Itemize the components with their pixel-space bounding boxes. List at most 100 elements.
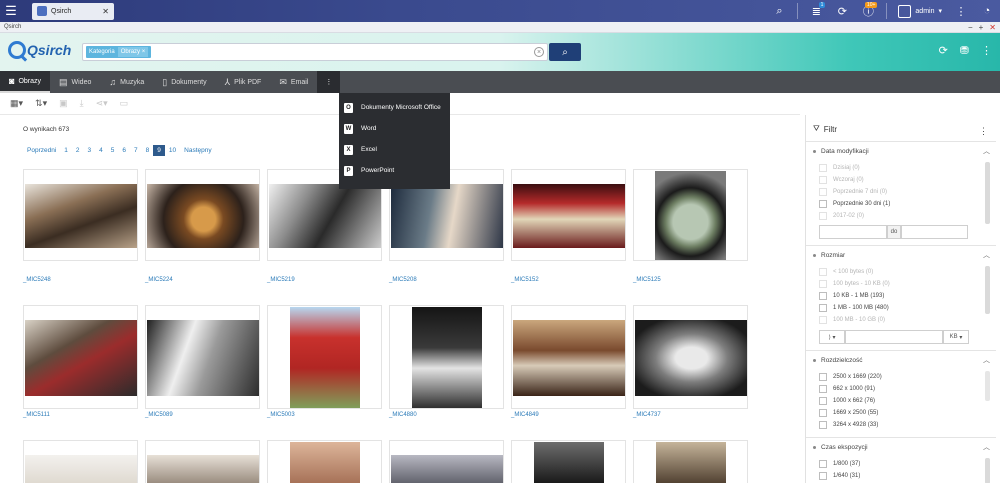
filter-option[interactable]: 1669 x 2500 (55) bbox=[819, 409, 878, 417]
unit-select[interactable]: KB ▾ bbox=[943, 330, 969, 344]
checkbox[interactable] bbox=[819, 176, 827, 184]
main-menu-icon[interactable]: ☰ bbox=[0, 0, 22, 22]
image-caption[interactable]: _MIC5111 bbox=[23, 412, 50, 418]
filter-option[interactable]: 1/640 (31) bbox=[819, 472, 860, 480]
filter-option[interactable]: Poprzednie 7 dni (0) bbox=[819, 188, 887, 196]
checkbox[interactable] bbox=[819, 385, 827, 393]
checkbox[interactable] bbox=[819, 292, 827, 300]
image-thumbnail[interactable] bbox=[389, 440, 504, 483]
image-caption[interactable]: _MIC5248 bbox=[23, 277, 51, 283]
pager-page[interactable]: 8 bbox=[142, 145, 154, 156]
filter-option[interactable]: Dzisiaj (0) bbox=[819, 164, 860, 172]
pager-page[interactable]: 3 bbox=[84, 145, 96, 156]
dashboard-icon[interactable]: ◔ bbox=[978, 0, 996, 22]
tab-video[interactable]: ▤ Wideo bbox=[50, 71, 100, 93]
refresh-icon[interactable]: ⟳ bbox=[939, 44, 948, 57]
checkbox[interactable] bbox=[819, 188, 827, 196]
pager-page[interactable]: 4 bbox=[95, 145, 107, 156]
checkbox[interactable] bbox=[819, 472, 827, 480]
image-thumbnail[interactable] bbox=[145, 440, 260, 483]
tasks-icon[interactable]: ≣ 1 bbox=[807, 0, 826, 22]
user-menu[interactable]: admin ▾ bbox=[898, 4, 942, 18]
image-thumbnail[interactable] bbox=[633, 440, 748, 483]
scrollbar[interactable] bbox=[985, 266, 990, 314]
category-chip[interactable]: Kategoria Obrazy × bbox=[86, 46, 152, 58]
chip-remove-icon[interactable]: × bbox=[142, 49, 146, 55]
filter-option[interactable]: 1 MB - 100 MB (480) bbox=[819, 304, 889, 312]
filter-option[interactable]: 3264 x 4928 (33) bbox=[819, 421, 878, 429]
pager-page-current[interactable]: 9 bbox=[153, 145, 165, 156]
pager-next[interactable]: Następny bbox=[180, 145, 215, 156]
tab-email[interactable]: ✉ Email bbox=[270, 71, 317, 93]
filter-option[interactable]: Poprzednie 30 dni (1) bbox=[819, 200, 890, 208]
app-tab-qsirch[interactable]: Qsirch ✕ bbox=[32, 2, 114, 20]
image-thumbnail[interactable] bbox=[23, 169, 138, 261]
clear-search-icon[interactable]: × bbox=[534, 47, 544, 57]
image-caption[interactable]: _MIC4849 bbox=[511, 412, 539, 418]
scrollbar[interactable] bbox=[985, 371, 990, 401]
image-thumbnail[interactable] bbox=[389, 305, 504, 409]
size-input[interactable] bbox=[845, 330, 943, 344]
collapse-icon[interactable]: ︿ bbox=[983, 250, 990, 260]
image-caption[interactable]: _MIC5224 bbox=[145, 277, 173, 283]
minimize-icon[interactable]: − bbox=[968, 23, 973, 32]
pager-prev[interactable]: Poprzedni bbox=[23, 145, 60, 156]
select-all-icon[interactable]: ▣ bbox=[59, 98, 68, 109]
filter-option[interactable]: 100 bytes - 10 KB (0) bbox=[819, 280, 890, 288]
tab-music[interactable]: ♫ Muzyka bbox=[100, 71, 153, 93]
filter-option[interactable]: Wczoraj (0) bbox=[819, 176, 864, 184]
filter-option[interactable]: 662 x 1000 (91) bbox=[819, 385, 875, 393]
comparator-select[interactable]: ⟩ ▾ bbox=[819, 330, 845, 344]
image-thumbnail[interactable] bbox=[633, 169, 748, 261]
checkbox[interactable] bbox=[819, 409, 827, 417]
maximize-icon[interactable]: + bbox=[979, 23, 984, 32]
more-vertical-icon[interactable]: ⋮ bbox=[952, 0, 970, 22]
folder-icon[interactable]: ▭ bbox=[120, 98, 129, 109]
collapse-icon[interactable]: ︿ bbox=[983, 146, 990, 156]
image-caption[interactable]: _MIC5208 bbox=[389, 277, 417, 283]
image-caption[interactable]: _MIC5089 bbox=[145, 412, 173, 418]
scrollbar[interactable] bbox=[985, 162, 990, 224]
image-thumbnail[interactable] bbox=[267, 440, 382, 483]
tab-documents[interactable]: ▯ Dokumenty bbox=[153, 71, 215, 93]
menu-item-powerpoint[interactable]: P PowerPoint bbox=[339, 160, 450, 181]
filter-option[interactable]: 100 MB - 10 GB (0) bbox=[819, 316, 885, 324]
checkbox[interactable] bbox=[819, 460, 827, 468]
share-icon[interactable]: ⋖▾ bbox=[96, 98, 108, 109]
date-to-input[interactable] bbox=[901, 225, 968, 239]
sort-icon[interactable]: ⇅▾ bbox=[35, 98, 47, 109]
image-thumbnail[interactable] bbox=[145, 305, 260, 409]
filter-option[interactable]: 2500 x 1669 (220) bbox=[819, 373, 882, 381]
info-icon[interactable]: ⓘ 10+ bbox=[859, 0, 878, 22]
tab-pdf[interactable]: ⅄ Plik PDF bbox=[216, 71, 271, 93]
checkbox[interactable] bbox=[819, 212, 827, 220]
image-caption[interactable]: _MIC5003 bbox=[267, 412, 295, 418]
image-thumbnail[interactable] bbox=[511, 440, 626, 483]
image-thumbnail[interactable] bbox=[511, 169, 626, 261]
checkbox[interactable] bbox=[819, 397, 827, 405]
pager-page[interactable]: 7 bbox=[130, 145, 142, 156]
checkbox[interactable] bbox=[819, 316, 827, 324]
image-thumbnail[interactable] bbox=[511, 305, 626, 409]
image-caption[interactable]: _MIC4737 bbox=[633, 412, 661, 418]
checkbox[interactable] bbox=[819, 200, 827, 208]
image-thumbnail[interactable] bbox=[267, 305, 382, 409]
close-icon[interactable]: ✕ bbox=[102, 7, 109, 16]
image-caption[interactable]: _MIC5125 bbox=[633, 277, 661, 283]
checkbox[interactable] bbox=[819, 164, 827, 172]
image-caption[interactable]: _MIC4880 bbox=[389, 412, 417, 418]
filter-option[interactable]: < 100 bytes (0) bbox=[819, 268, 873, 276]
image-thumbnail[interactable] bbox=[23, 305, 138, 409]
search-button[interactable]: ⌕ bbox=[549, 43, 581, 61]
filter-option[interactable]: 1000 x 662 (76) bbox=[819, 397, 875, 405]
date-from-input[interactable] bbox=[819, 225, 887, 239]
pager-page[interactable]: 10 bbox=[165, 145, 180, 156]
sync-icon[interactable]: ⟳ bbox=[833, 0, 851, 22]
checkbox[interactable] bbox=[819, 280, 827, 288]
menu-item-excel[interactable]: X Excel bbox=[339, 139, 450, 160]
more-vertical-icon[interactable]: ⋮ bbox=[979, 126, 988, 137]
collapse-icon[interactable]: ︿ bbox=[983, 355, 990, 365]
menu-item-office[interactable]: O Dokumenty Microsoft Office bbox=[339, 97, 450, 118]
download-icon[interactable]: ⤓ bbox=[80, 98, 84, 109]
filter-option[interactable]: 10 KB - 1 MB (193) bbox=[819, 292, 884, 300]
